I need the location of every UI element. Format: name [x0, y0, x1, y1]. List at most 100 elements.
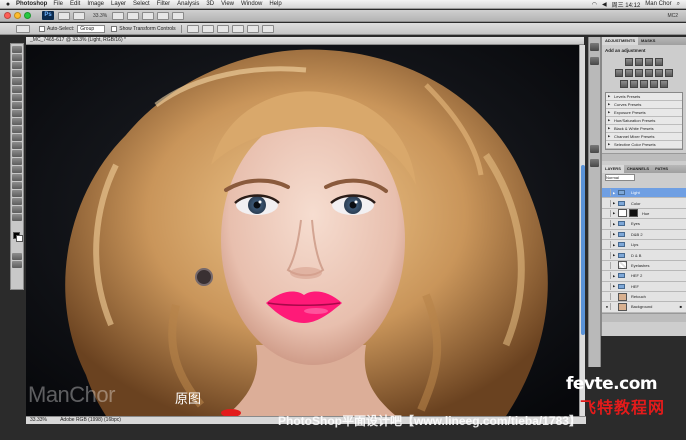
canvas-vertical-scrollbar[interactable]: [579, 45, 585, 416]
preset-exposure[interactable]: Exposure Presets: [606, 109, 682, 117]
auto-select-dropdown[interactable]: Group: [77, 24, 106, 33]
blur-tool-icon[interactable]: [12, 142, 22, 149]
layer-name[interactable]: Retouch: [631, 294, 646, 299]
show-transform-checkbox[interactable]: [111, 25, 118, 32]
visibility-toggle[interactable]: [604, 261, 611, 269]
layer-row[interactable]: ▶ Eyes: [602, 219, 686, 230]
layer-row[interactable]: ▶ D & B: [602, 250, 686, 261]
hand-tool-button[interactable]: [112, 11, 125, 20]
layer-name[interactable]: D&B 2: [631, 232, 643, 237]
layer-name[interactable]: Hue: [642, 211, 649, 216]
dodge-tool-icon[interactable]: [12, 150, 22, 157]
zoom-tool-icon[interactable]: [12, 214, 22, 221]
gradient-map-icon[interactable]: [650, 80, 658, 88]
menu-window[interactable]: Window: [241, 1, 262, 7]
clone-stamp-tool-icon[interactable]: [12, 110, 22, 117]
menu-select[interactable]: Select: [133, 1, 150, 7]
layer-row[interactable]: ▶ Light: [602, 188, 686, 199]
align-middle-button[interactable]: [201, 24, 214, 33]
tab-paths[interactable]: PATHS: [652, 165, 671, 173]
zoom-tool-button[interactable]: [127, 11, 140, 20]
layer-name[interactable]: Background: [631, 304, 652, 309]
menu-filter[interactable]: Filter: [157, 1, 170, 7]
status-zoom[interactable]: 33.33%: [30, 417, 47, 423]
move-tool-icon[interactable]: [12, 46, 22, 53]
menu-app-name[interactable]: Photoshop: [16, 1, 47, 7]
status-document-info[interactable]: Adobe RGB (1998) (16bpc): [60, 417, 121, 423]
menu-3d[interactable]: 3D: [206, 1, 214, 7]
posterize-icon[interactable]: [630, 80, 638, 88]
preset-hue-saturation[interactable]: Hue/Saturation Presets: [606, 117, 682, 125]
black-white-icon[interactable]: [645, 69, 653, 77]
hand-tool-icon[interactable]: [12, 206, 22, 213]
visibility-toggle[interactable]: [604, 230, 611, 238]
layer-name[interactable]: Light: [631, 190, 640, 195]
brightness-contrast-icon[interactable]: [625, 58, 633, 66]
healing-brush-tool-icon[interactable]: [12, 94, 22, 101]
menu-analysis[interactable]: Analysis: [177, 1, 199, 7]
layer-mask-thumbnail[interactable]: [629, 209, 638, 218]
quick-select-tool-icon[interactable]: [12, 70, 22, 77]
visibility-toggle[interactable]: [604, 282, 611, 290]
background-color-swatch[interactable]: [16, 235, 23, 242]
visibility-toggle[interactable]: [604, 272, 611, 280]
exposure-icon[interactable]: [655, 58, 663, 66]
menubar-user[interactable]: Man Chor: [645, 1, 671, 7]
menubar-clock[interactable]: 周三 14:12: [612, 0, 641, 9]
threshold-icon[interactable]: [640, 80, 648, 88]
visibility-toggle[interactable]: [604, 220, 611, 228]
document-tab[interactable]: _MC_7465-617 @ 33.3% (Light, RGB/16) *: [26, 37, 584, 45]
auto-select-checkbox[interactable]: [39, 25, 45, 32]
arrange-documents-button[interactable]: [157, 11, 170, 20]
layer-row[interactable]: ▶ HEF 2: [602, 271, 686, 282]
layer-row[interactable]: ▶ HEF: [602, 281, 686, 292]
layer-row[interactable]: ▶ Lips: [602, 239, 686, 251]
close-window-icon[interactable]: [4, 12, 11, 19]
screen-mode-icon[interactable]: [12, 261, 22, 268]
history-brush-tool-icon[interactable]: [12, 118, 22, 125]
eye-icon[interactable]: ●: [604, 303, 611, 311]
gradient-tool-icon[interactable]: [12, 134, 22, 141]
layer-row[interactable]: ▶ Color: [602, 198, 686, 209]
align-center-button[interactable]: [246, 24, 259, 33]
layer-name[interactable]: Lips: [631, 242, 638, 247]
layer-row[interactable]: Eyelashes: [602, 260, 686, 272]
tab-channels[interactable]: CHANNELS: [624, 165, 652, 173]
mini-bridge-button[interactable]: [73, 11, 85, 20]
menu-image[interactable]: Image: [87, 1, 104, 7]
visibility-toggle[interactable]: [604, 199, 611, 207]
channel-mixer-icon[interactable]: [665, 69, 673, 77]
type-tool-icon[interactable]: [12, 166, 22, 173]
lasso-tool-icon[interactable]: [12, 62, 22, 69]
menu-edit[interactable]: Edit: [70, 1, 80, 7]
layer-row[interactable]: ▶ Hue: [602, 208, 686, 220]
marquee-tool-icon[interactable]: [12, 54, 22, 61]
align-top-button[interactable]: [186, 24, 199, 33]
hue-saturation-icon[interactable]: [625, 69, 633, 77]
minimize-window-icon[interactable]: [14, 12, 21, 19]
visibility-toggle[interactable]: [604, 293, 611, 301]
visibility-toggle[interactable]: [604, 209, 611, 217]
3d-rotate-tool-icon[interactable]: [12, 190, 22, 197]
paragraph-panel-icon[interactable]: [590, 159, 599, 167]
actions-panel-icon[interactable]: [590, 57, 599, 65]
menu-file[interactable]: File: [53, 1, 63, 7]
eraser-tool-icon[interactable]: [12, 126, 22, 133]
scrollbar-thumb[interactable]: [581, 165, 585, 335]
menu-view[interactable]: View: [221, 1, 234, 7]
preset-selective-color[interactable]: Selective Color Presets: [606, 141, 682, 149]
layer-row[interactable]: Retouch: [602, 291, 686, 303]
spotlight-icon[interactable]: ⌕: [677, 1, 680, 8]
preset-black-white[interactable]: Black & White Presets: [606, 125, 682, 133]
align-left-button[interactable]: [231, 24, 244, 33]
quick-mask-icon[interactable]: [12, 253, 22, 260]
document-canvas[interactable]: [26, 45, 579, 416]
zoom-level-select[interactable]: 33.3%: [93, 13, 107, 19]
path-select-tool-icon[interactable]: [12, 174, 22, 181]
curves-icon[interactable]: [645, 58, 653, 66]
layer-row[interactable]: ● Background ■: [602, 302, 686, 313]
rotate-view-button[interactable]: [142, 11, 155, 20]
history-panel-icon[interactable]: [590, 43, 599, 51]
layer-name[interactable]: Eyes: [631, 221, 640, 226]
tab-adjustments[interactable]: ADJUSTMENTS: [602, 37, 639, 45]
